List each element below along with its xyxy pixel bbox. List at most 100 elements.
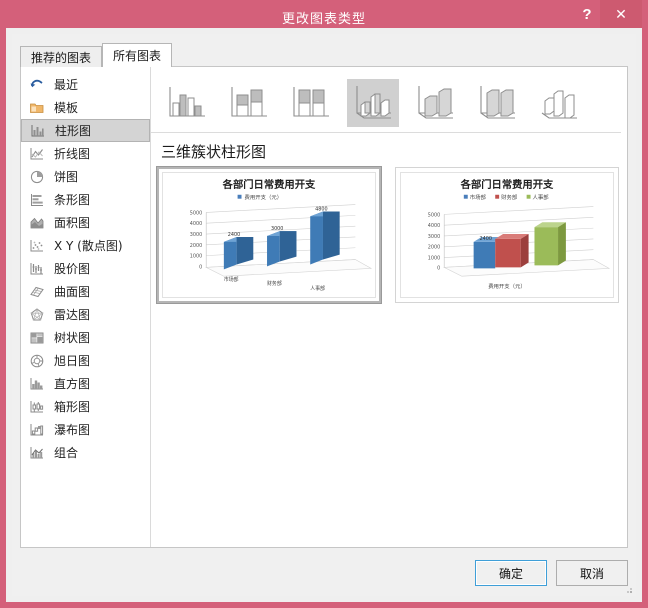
sidebar-item-label: 股价图	[54, 262, 91, 276]
stock-chart-icon	[30, 262, 43, 274]
svg-text:2000: 2000	[428, 245, 440, 251]
subtype-clustered-column[interactable]	[161, 79, 213, 127]
sidebar-item-histogram-chart[interactable]: 直方图	[21, 372, 150, 395]
sidebar-item-label: 模板	[54, 101, 79, 115]
sidebar-item-pie-chart[interactable]: 饼图	[21, 165, 150, 188]
help-icon[interactable]: ?	[574, 0, 600, 28]
recent-icon	[30, 79, 43, 87]
change-chart-type-dialog: 更改图表类型 ? ✕ 推荐的图表 所有图表 最近 模板 柱形图 折线图 饼图 条…	[0, 0, 648, 608]
sunburst-chart-icon	[30, 354, 44, 367]
svg-text:5000: 5000	[428, 212, 440, 218]
title-bar: 更改图表类型 ? ✕	[6, 0, 642, 28]
chart-preview-2-inner: 各部门日常费用开支 市场部 财务部 人事部 5000 4000 3000 200…	[400, 172, 614, 298]
sidebar-item-label: 旭日图	[54, 354, 91, 368]
chart-preview-list: 各部门日常费用开支 费用开支（元） 5000 4000 3000 2000 10…	[156, 166, 619, 304]
surface-chart-icon	[30, 286, 44, 297]
chart1-legend-item: 费用开支（元）	[244, 193, 282, 201]
sidebar-item-label: 雷达图	[54, 308, 91, 322]
clustered-column-icon	[169, 86, 205, 117]
chart-subtype-title: 三维簇状柱形图	[161, 143, 267, 161]
svg-text:4000: 4000	[190, 221, 202, 227]
subtype-3d-column[interactable]	[533, 79, 585, 127]
chart1-cat-3: 人事部	[310, 285, 325, 292]
combo-chart-icon	[30, 446, 43, 458]
svg-text:0: 0	[437, 265, 440, 271]
svg-text:5000: 5000	[190, 210, 202, 216]
scatter-chart-icon	[30, 239, 43, 251]
chart1-cat-1: 市场部	[224, 276, 239, 283]
chart-type-pane: 三维簇状柱形图 各部门日常费用开支 费用开支（元） 5000 4000 3000…	[151, 67, 627, 547]
preview-chart-1: 各部门日常费用开支 费用开支（元） 5000 4000 3000 2000 10…	[163, 173, 375, 297]
sidebar-item-label: 曲面图	[54, 285, 91, 299]
ok-button[interactable]: 确定	[475, 560, 547, 586]
sidebar-item-label: 最近	[54, 78, 79, 92]
waterfall-chart-icon	[30, 423, 44, 435]
sidebar-item-radar-chart[interactable]: 雷达图	[21, 303, 150, 326]
sidebar-item-label: 树状图	[54, 331, 91, 345]
sidebar-item-surface-chart[interactable]: 曲面图	[21, 280, 150, 303]
tab-recommended-charts[interactable]: 推荐的图表	[20, 46, 103, 67]
sidebar-item-label: 瀑布图	[54, 423, 91, 437]
sidebar-item-boxplot-chart[interactable]: 箱形图	[21, 395, 150, 418]
window-buttons: ? ✕	[574, 0, 642, 28]
chart2-title: 各部门日常费用开支	[460, 178, 554, 191]
sidebar-item-stock-chart[interactable]: 股价图	[21, 257, 150, 280]
svg-text:0: 0	[199, 264, 202, 270]
sidebar-item-column-chart[interactable]: 柱形图	[21, 119, 150, 142]
sidebar-item-label: 折线图	[54, 147, 91, 161]
line-chart-icon	[30, 147, 43, 159]
close-icon[interactable]: ✕	[600, 0, 642, 28]
chart2-legend-1: 市场部	[470, 193, 487, 201]
chart1-label-3: 4800	[315, 206, 327, 212]
resize-grip-icon[interactable]	[623, 584, 633, 594]
sidebar-item-combo-chart[interactable]: 组合	[21, 441, 150, 464]
chart1-label-1: 2400	[228, 232, 240, 238]
sidebar-item-label: 直方图	[54, 377, 91, 391]
chart1-label-2: 3000	[271, 226, 283, 232]
area-chart-icon	[30, 217, 44, 228]
sidebar-item-bar-chart[interactable]: 条形图	[21, 188, 150, 211]
subtype-3d-100-percent-stacked-column[interactable]	[471, 79, 523, 127]
dialog-body: 推荐的图表 所有图表 最近 模板 柱形图 折线图 饼图 条形图 面积图 X Y …	[12, 34, 636, 596]
sidebar-item-line-chart[interactable]: 折线图	[21, 142, 150, 165]
chart2-xlabel: 费用开支（元）	[488, 282, 526, 290]
stacked-column-icon	[231, 86, 267, 117]
chart1-cat-2: 财务部	[267, 280, 282, 287]
sidebar-item-treemap-chart[interactable]: 树状图	[21, 326, 150, 349]
column-chart-icon	[31, 124, 44, 136]
page-title: 更改图表类型	[281, 11, 366, 27]
chart-preview-2[interactable]: 各部门日常费用开支 市场部 财务部 人事部 5000 4000 3000 200…	[395, 167, 619, 303]
chart-preview-1[interactable]: 各部门日常费用开支 费用开支（元） 5000 4000 3000 2000 10…	[156, 166, 382, 304]
dialog-footer: 确定 取消	[475, 560, 628, 586]
svg-text:3000: 3000	[428, 234, 440, 240]
template-folder-icon	[30, 103, 44, 113]
sidebar-item-recent[interactable]: 最近	[21, 73, 150, 96]
3d-percent-stacked-column-icon	[480, 85, 515, 119]
sidebar-item-label: 饼图	[54, 170, 79, 184]
sidebar-item-waterfall-chart[interactable]: 瀑布图	[21, 418, 150, 441]
percent-stacked-column-icon	[293, 86, 329, 117]
sidebar-item-templates[interactable]: 模板	[21, 96, 150, 119]
sidebar-item-area-chart[interactable]: 面积图	[21, 211, 150, 234]
sidebar-item-scatter-chart[interactable]: X Y (散点图)	[21, 234, 150, 257]
main-panel: 最近 模板 柱形图 折线图 饼图 条形图 面积图 X Y (散点图) 股价图 曲…	[20, 66, 628, 548]
sidebar-item-sunburst-chart[interactable]: 旭日图	[21, 349, 150, 372]
subtype-100-percent-stacked-column[interactable]	[285, 79, 337, 127]
subtype-stacked-column[interactable]	[223, 79, 275, 127]
3d-stacked-column-icon	[418, 85, 453, 119]
chart2-legend-2: 财务部	[501, 193, 518, 201]
sidebar-item-label: X Y (散点图)	[54, 239, 123, 253]
chart2-label-1: 2400	[480, 236, 492, 242]
tab-all-charts[interactable]: 所有图表	[102, 43, 173, 67]
3d-column-icon	[541, 90, 577, 119]
svg-text:1000: 1000	[190, 254, 202, 260]
3d-clustered-column-icon	[356, 85, 391, 119]
chart-category-sidebar[interactable]: 最近 模板 柱形图 折线图 饼图 条形图 面积图 X Y (散点图) 股价图 曲…	[21, 67, 151, 547]
sidebar-item-label: 组合	[54, 446, 79, 460]
subtype-3d-stacked-column[interactable]	[409, 79, 461, 127]
subtype-3d-clustered-column[interactable]	[347, 78, 399, 127]
boxplot-chart-icon	[30, 400, 44, 412]
cancel-button[interactable]: 取消	[556, 560, 628, 586]
tab-strip: 推荐的图表 所有图表	[20, 43, 173, 67]
svg-text:2000: 2000	[190, 243, 202, 249]
